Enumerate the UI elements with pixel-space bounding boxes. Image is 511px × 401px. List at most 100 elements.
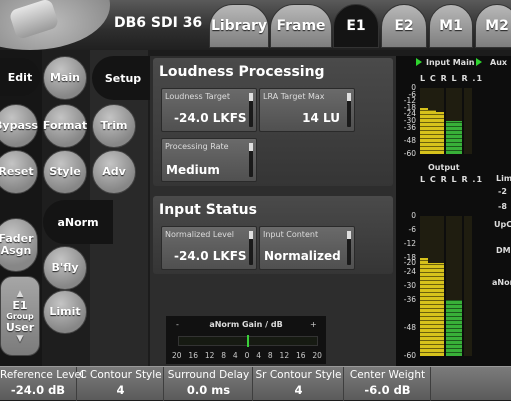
adv-button[interactable]: Adv xyxy=(92,150,136,194)
param-sr-contour-style[interactable]: Sr Contour Style 4 xyxy=(254,367,344,401)
group-value: User xyxy=(5,320,35,334)
input-status-title: Input Status xyxy=(159,202,257,218)
input-content-field: Input Content Normalized xyxy=(259,226,355,270)
anorm-plus-label: + xyxy=(310,320,317,329)
param-value: -24.0 dB xyxy=(10,383,66,397)
edit-button[interactable]: Edit xyxy=(0,58,40,96)
limit-button[interactable]: Limit xyxy=(43,290,87,334)
processing-rate-slider[interactable] xyxy=(249,143,253,177)
meter-level-fill xyxy=(428,110,436,154)
loudness-target-slider[interactable] xyxy=(249,93,253,127)
meter-level-fill xyxy=(428,262,436,356)
group-up-icon[interactable]: ▲ xyxy=(17,289,24,299)
param-center-weight[interactable]: Center Weight -6.0 dB xyxy=(345,367,431,401)
meter-channel-bar xyxy=(428,88,436,154)
dmi-label: DMi xyxy=(496,246,511,255)
meter-scale-tick: -12 xyxy=(403,239,416,248)
meter-channel-bar xyxy=(428,216,436,356)
lim-minus2-label: -2 xyxy=(498,187,507,196)
aux-label: Aux xyxy=(490,58,508,67)
meter-channel-bar xyxy=(446,88,454,154)
param-value: -6.0 dB xyxy=(364,383,411,397)
meter-scale-tick: -36 xyxy=(403,122,416,132)
lra-target-field[interactable]: LRA Target Max 14 LU xyxy=(259,88,355,132)
group-selector[interactable]: ▲ E1 Group User ▼ xyxy=(0,276,40,356)
meter-channel-bar xyxy=(420,88,428,154)
meter-level-fill xyxy=(420,107,428,154)
anorm-tick: 20 xyxy=(312,351,322,360)
group-caption: Group xyxy=(6,311,34,321)
tab-m1[interactable]: M1 xyxy=(429,4,473,48)
param-surround-delay[interactable]: Surround Delay 0.0 ms xyxy=(165,367,253,401)
input-play-icon xyxy=(416,58,422,66)
output-label: Output xyxy=(428,163,460,172)
setup-button[interactable]: Setup xyxy=(92,56,154,100)
output-channel-labels: L C R L R .1 xyxy=(420,175,484,184)
meter-scale-tick: -30 xyxy=(403,281,416,290)
param-value: 0.0 ms xyxy=(186,383,231,397)
tab-frame[interactable]: Frame xyxy=(270,4,332,48)
top-bar: DB6 SDI 36 Library Frame E1 E2 M1 M2 xyxy=(0,0,511,50)
param-value: 4 xyxy=(116,383,125,397)
meter-channel-bar xyxy=(454,216,462,356)
group-id: E1 xyxy=(12,298,28,312)
param-label: Center Weight xyxy=(349,369,426,381)
upco-label: UpCo xyxy=(494,220,511,229)
anorm-tick: 0 xyxy=(244,351,250,360)
tab-e2[interactable]: E2 xyxy=(381,4,427,48)
anorm-tick: 20 xyxy=(172,351,182,360)
param-reference-level[interactable]: Reference Level -24.0 dB xyxy=(0,367,84,401)
loudness-target-label: Loudness Target xyxy=(165,92,230,101)
lim-minus8-label: -8 xyxy=(498,202,507,211)
input-status-section: Input Status Normalized Level -24.0 LKFS… xyxy=(153,196,393,274)
loudness-target-field[interactable]: Loudness Target -24.0 LKFS xyxy=(161,88,257,132)
anorm-tick: 12 xyxy=(204,351,215,360)
parameter-bar: Reference Level -24.0 dB C Contour Style… xyxy=(0,366,511,401)
main-button[interactable]: Main xyxy=(43,56,87,100)
lra-target-slider[interactable] xyxy=(347,93,351,127)
aux-play-icon xyxy=(476,58,482,66)
param-label: Surround Delay xyxy=(167,369,250,381)
meter-channel-bar xyxy=(436,216,444,356)
anorm-gain-indicator xyxy=(247,335,249,347)
loudness-target-value: -24.0 LKFS xyxy=(174,111,247,125)
anorm-tick: 12 xyxy=(279,351,290,360)
processing-rate-field[interactable]: Processing Rate Medium xyxy=(161,138,257,182)
meter-scale-tick: -48 xyxy=(403,323,416,332)
anorm-gain-scale: 20 16 12 8 4 0 4 8 12 16 20 xyxy=(172,351,322,360)
meter-channel-bar xyxy=(446,216,454,356)
trim-button[interactable]: Trim xyxy=(92,104,136,148)
meter-channel-bar xyxy=(464,216,472,356)
meter-scale-tick: -20 xyxy=(403,257,416,267)
meter-panel: Input Main Aux L C R L R .1 Output L C R… xyxy=(396,56,511,366)
anorm-tick: 4 xyxy=(232,351,238,360)
bfly-button[interactable]: B'fly xyxy=(43,246,87,290)
meter-scale-tick: 0 xyxy=(411,211,416,220)
format-button[interactable]: Format xyxy=(43,104,87,148)
meter-scale-tick: -6 xyxy=(408,225,416,234)
lim-label: Lim xyxy=(496,174,511,183)
anorm-gain-bar xyxy=(178,335,318,347)
input-channel-labels: L C R L R .1 xyxy=(420,74,484,83)
tab-e1[interactable]: E1 xyxy=(333,4,379,48)
input-content-indicator xyxy=(347,231,351,265)
fader-assign-button[interactable]: Fader Asgn xyxy=(0,218,38,272)
anorm-meter-label: aNorm xyxy=(492,278,511,287)
meter-level-fill xyxy=(436,112,444,154)
param-c-contour-style[interactable]: C Contour Style 4 xyxy=(78,367,164,401)
param-label: Reference Level xyxy=(0,369,84,381)
param-value: 4 xyxy=(294,383,303,397)
tab-m2[interactable]: M2 xyxy=(475,4,511,48)
normalized-level-indicator xyxy=(249,231,253,265)
meter-level-fill xyxy=(420,258,428,356)
input-content-label: Input Content xyxy=(263,230,319,239)
anorm-button[interactable]: aNorm xyxy=(43,200,113,244)
processing-rate-label: Processing Rate xyxy=(165,142,229,151)
style-button[interactable]: Style xyxy=(43,150,87,194)
normalized-level-value: -24.0 LKFS xyxy=(174,249,247,263)
tab-library[interactable]: Library xyxy=(209,4,269,48)
meter-level-fill xyxy=(436,262,444,356)
meter-scale-tick: -60 xyxy=(403,351,416,360)
normalized-level-field: Normalized Level -24.0 LKFS xyxy=(161,226,257,270)
group-down-icon[interactable]: ▼ xyxy=(17,334,24,344)
